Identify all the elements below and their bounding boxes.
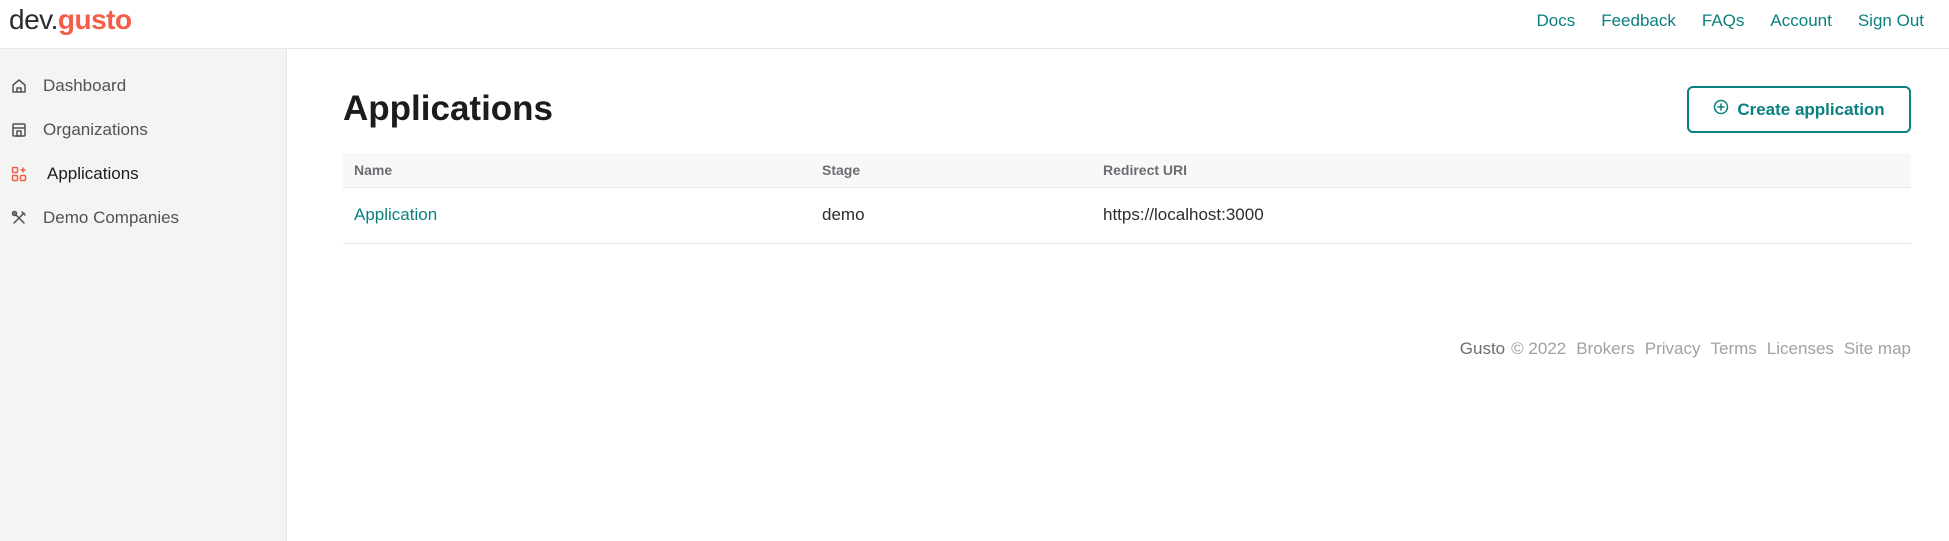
building-icon xyxy=(10,121,28,139)
sidebar-item-label: Organizations xyxy=(43,120,148,139)
top-bar: dev.gusto Docs Feedback FAQs Account Sig… xyxy=(0,0,1949,49)
top-nav: Docs Feedback FAQs Account Sign Out xyxy=(1536,10,1924,32)
plus-circle-icon xyxy=(1713,99,1729,120)
footer-link-site-map[interactable]: Site map xyxy=(1844,339,1911,359)
sidebar-item-label: Dashboard xyxy=(43,76,127,95)
footer: Gusto © 2022 Brokers Privacy Terms Licen… xyxy=(1460,339,1911,359)
logo-dot: . xyxy=(50,4,59,35)
footer-link-brokers[interactable]: Brokers xyxy=(1576,339,1635,359)
table-row: Application demo https://localhost:3000 xyxy=(343,188,1911,244)
footer-copyright: © 2022 xyxy=(1511,339,1567,358)
sidebar-item-dashboard[interactable]: Dashboard xyxy=(10,71,126,101)
faqs-link[interactable]: FAQs xyxy=(1702,10,1745,32)
main-content: Applications Create application Name Sta… xyxy=(288,49,1949,541)
logo-prefix: dev xyxy=(9,4,51,35)
create-application-label: Create application xyxy=(1737,99,1885,119)
create-application-button[interactable]: Create application xyxy=(1687,86,1911,133)
application-stage: demo xyxy=(822,205,865,224)
account-link[interactable]: Account xyxy=(1770,10,1831,32)
column-header-name: Name xyxy=(354,162,393,178)
tools-icon xyxy=(10,209,28,227)
footer-link-terms[interactable]: Terms xyxy=(1711,339,1757,359)
sidebar-item-label: Demo Companies xyxy=(43,208,180,227)
sidebar-item-demo-companies[interactable]: Demo Companies xyxy=(10,203,179,233)
home-icon xyxy=(10,77,28,95)
table-header: Name Stage Redirect URI xyxy=(343,153,1911,188)
application-name-link[interactable]: Application xyxy=(354,205,437,225)
logo-brand: gusto xyxy=(57,4,132,35)
column-header-stage: Stage xyxy=(822,162,861,178)
applications-table: Name Stage Redirect URI Application demo… xyxy=(343,153,1911,244)
sidebar-item-organizations[interactable]: Organizations xyxy=(10,115,148,145)
feedback-link[interactable]: Feedback xyxy=(1601,10,1676,32)
sidebar-item-applications[interactable]: Applications xyxy=(10,159,139,189)
sidebar-item-label: Applications xyxy=(47,164,139,183)
application-redirect-uri: https://localhost:3000 xyxy=(1103,205,1264,224)
apps-grid-icon xyxy=(10,165,28,183)
page-title: Applications xyxy=(343,89,554,128)
footer-brand: Gusto xyxy=(1459,339,1506,358)
footer-link-licenses[interactable]: Licenses xyxy=(1767,339,1834,359)
sign-out-link[interactable]: Sign Out xyxy=(1858,10,1924,32)
docs-link[interactable]: Docs xyxy=(1536,10,1575,32)
dev-gusto-logo[interactable]: dev.gusto xyxy=(9,2,132,38)
column-header-redirect-uri: Redirect URI xyxy=(1103,162,1188,178)
sidebar: Dashboard Organizations Applications Dem… xyxy=(0,49,287,541)
footer-link-privacy[interactable]: Privacy xyxy=(1645,339,1701,359)
